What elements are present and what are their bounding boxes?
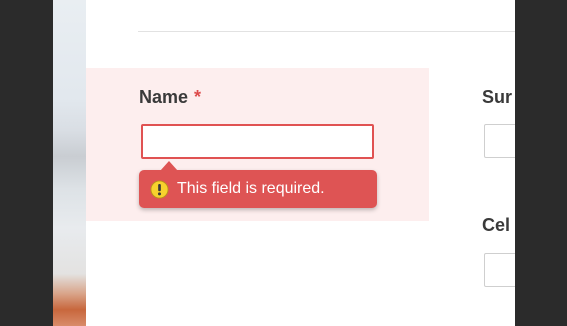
warning-icon [150,179,169,199]
surname-label: Sur [482,87,513,107]
error-message: This field is required. [177,180,325,197]
section-divider [138,31,515,32]
name-label-text: Name [139,87,189,107]
page-background-right [515,0,567,326]
name-input[interactable] [141,124,374,159]
surname-input[interactable] [484,124,515,158]
name-label: Name * [139,87,201,108]
form-card: Name * This field is required. Sur Cel [86,0,515,326]
cell-label: Cel [482,215,511,235]
error-tooltip: This field is required. [139,161,377,208]
background-photo [53,0,86,326]
required-marker: * [194,87,202,107]
cell-input[interactable] [484,253,515,287]
